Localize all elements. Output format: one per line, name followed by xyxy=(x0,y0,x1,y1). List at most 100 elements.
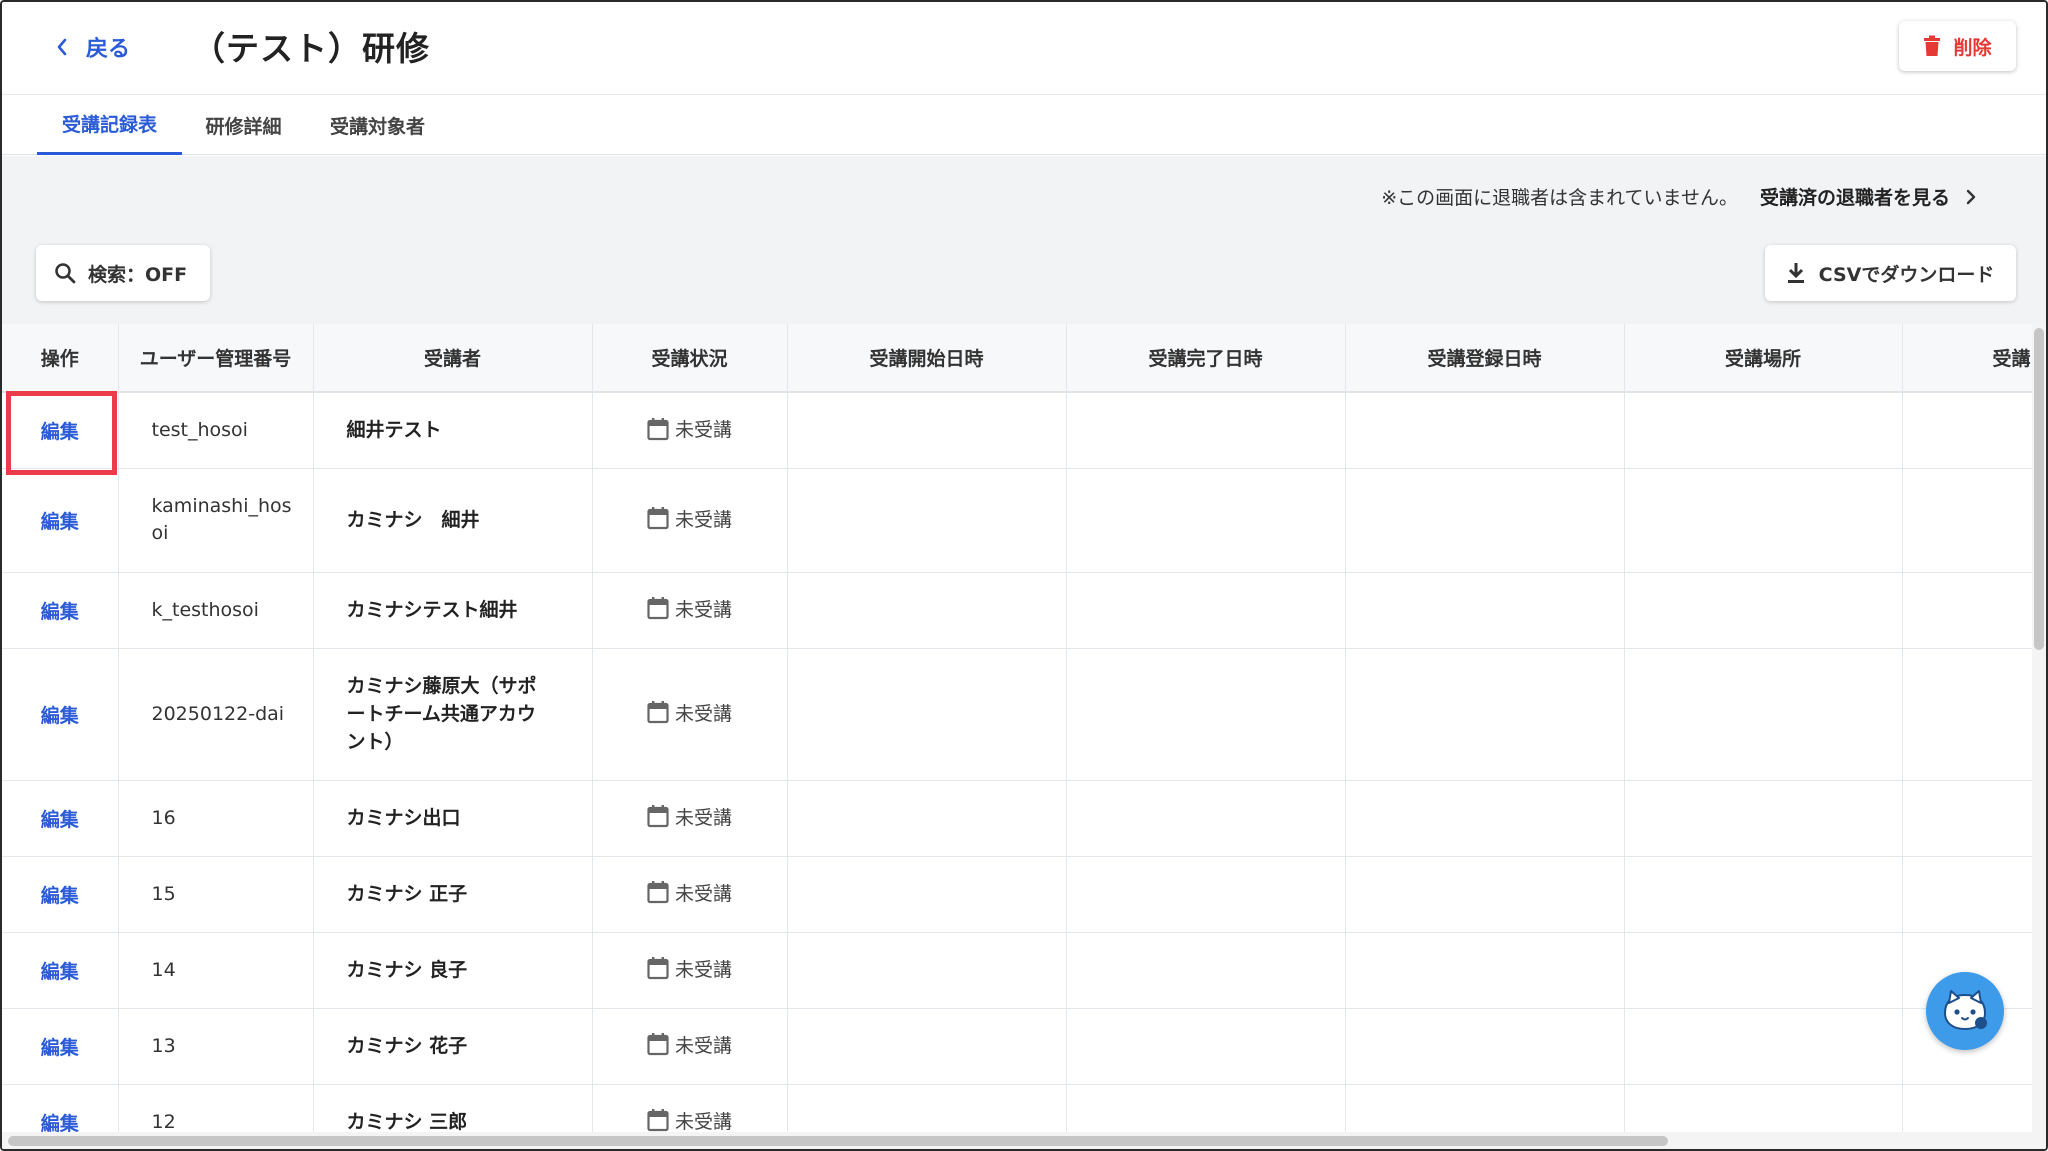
next-cell xyxy=(1902,468,2032,573)
status-cell: 未受講 xyxy=(592,780,788,857)
start-datetime-cell xyxy=(787,1008,1067,1085)
status-text: 未受講 xyxy=(674,702,732,725)
chevron-right-icon[interactable] xyxy=(1966,189,1976,205)
app-window: 戻る （テスト）研修 削除 受講記録表 研修詳細 受講対象者 ※この画面に退職者… xyxy=(0,0,2048,1151)
status-text: 未受講 xyxy=(674,508,732,531)
start-datetime-cell xyxy=(787,648,1067,781)
table-row: 編集 16 カミナシ出口 未受講 xyxy=(2,780,2032,857)
delete-button[interactable]: 削除 xyxy=(1899,21,2016,71)
next-cell xyxy=(1902,856,2032,933)
column-header-status: 受講状況 xyxy=(592,324,788,393)
calendar-icon xyxy=(647,1109,669,1132)
attendance-table-container[interactable]: 操作 ユーザー管理番号 受講者 受講状況 受講開始日時 受講完了日時 受講登録日… xyxy=(2,324,2032,1132)
calendar-icon xyxy=(647,701,669,724)
registered-datetime-cell xyxy=(1345,648,1625,781)
notice-text: ※この画面に退職者は含まれていません。 xyxy=(1381,187,1738,209)
status-cell: 未受講 xyxy=(592,392,788,469)
complete-datetime-cell xyxy=(1066,1084,1346,1132)
user-id-cell: 14 xyxy=(118,932,314,1009)
download-icon xyxy=(1787,263,1804,283)
status-cell: 未受講 xyxy=(592,932,788,1009)
table-row: 編集 20250122-dai カミナシ藤原大（サポートチーム共通アカウント） 未受講 xyxy=(2,648,2032,781)
horizontal-scrollbar-thumb[interactable] xyxy=(8,1136,1668,1146)
complete-datetime-cell xyxy=(1066,468,1346,573)
status-cell: 未受講 xyxy=(592,648,788,781)
chat-support-button[interactable] xyxy=(1926,972,2004,1050)
user-id-cell: 13 xyxy=(118,1008,314,1085)
status-cell: 未受講 xyxy=(592,856,788,933)
csv-label: CSVでダウンロード xyxy=(1818,263,1995,286)
column-header-complete-datetime: 受講完了日時 xyxy=(1066,324,1346,393)
tab-training-details[interactable]: 研修詳細 xyxy=(182,95,305,155)
complete-datetime-cell xyxy=(1066,856,1346,933)
action-cell: 編集 xyxy=(2,572,119,649)
status-text: 未受講 xyxy=(674,419,732,441)
table-row: 編集 k_testhosoi カミナシテスト細井 未受講 xyxy=(2,572,2032,649)
trash-icon xyxy=(1924,35,1941,56)
next-cell xyxy=(1902,1084,2032,1132)
registered-datetime-cell xyxy=(1345,1084,1625,1132)
search-icon xyxy=(55,263,76,284)
complete-datetime-cell xyxy=(1066,780,1346,857)
edit-link[interactable]: 編集 xyxy=(41,885,79,907)
status-text: 未受講 xyxy=(674,882,732,905)
tab-attendance-record[interactable]: 受講記録表 xyxy=(37,95,182,155)
edit-link[interactable]: 編集 xyxy=(41,1113,79,1133)
chevron-left-icon xyxy=(57,38,67,56)
attendee-name-cell: カミナシ 良子 xyxy=(313,932,593,1009)
user-id-cell: 15 xyxy=(118,856,314,933)
column-header-location: 受講場所 xyxy=(1624,324,1903,393)
attendee-name-cell: カミナシ出口 xyxy=(313,780,593,857)
vertical-scrollbar-thumb[interactable] xyxy=(2034,328,2044,650)
edit-link[interactable]: 編集 xyxy=(41,601,79,623)
start-datetime-cell xyxy=(787,572,1067,649)
next-cell xyxy=(1902,780,2032,857)
page-title: （テスト）研修 xyxy=(192,29,430,68)
edit-link[interactable]: 編集 xyxy=(41,809,79,831)
retired-notice: ※この画面に退職者は含まれていません。 受講済の退職者を見る xyxy=(1381,183,1976,210)
next-cell xyxy=(1902,572,2032,649)
complete-datetime-cell xyxy=(1066,572,1346,649)
user-id-cell: 20250122-dai xyxy=(118,648,314,781)
start-datetime-cell xyxy=(787,932,1067,1009)
edit-link[interactable]: 編集 xyxy=(41,421,79,443)
status-cell: 未受講 xyxy=(592,1084,788,1132)
calendar-icon xyxy=(647,507,669,530)
user-id-cell: k_testhosoi xyxy=(118,572,314,649)
tab-target-attendees[interactable]: 受講対象者 xyxy=(305,95,450,155)
location-cell xyxy=(1624,856,1903,933)
edit-link[interactable]: 編集 xyxy=(41,705,79,727)
table-row: 編集 13 カミナシ 花子 未受講 xyxy=(2,1008,2032,1085)
action-cell: 編集 xyxy=(2,1008,119,1085)
registered-datetime-cell xyxy=(1345,932,1625,1009)
column-header-attendee: 受講者 xyxy=(313,324,593,393)
location-cell xyxy=(1624,932,1903,1009)
edit-link[interactable]: 編集 xyxy=(41,961,79,983)
action-cell: 編集 xyxy=(2,856,119,933)
edit-link[interactable]: 編集 xyxy=(41,1037,79,1059)
csv-download-button[interactable]: CSVでダウンロード xyxy=(1765,245,2016,301)
location-cell xyxy=(1624,468,1903,573)
edit-link[interactable]: 編集 xyxy=(41,511,79,533)
status-cell: 未受講 xyxy=(592,572,788,649)
status-text: 未受講 xyxy=(674,1110,732,1132)
status-text: 未受講 xyxy=(674,958,732,981)
tab-label: 受講対象者 xyxy=(329,115,425,138)
back-label: 戻る xyxy=(86,37,131,62)
attendee-name-cell: 細井テスト xyxy=(313,392,593,469)
attendee-name-cell: カミナシ 細井 xyxy=(313,468,593,573)
attendee-name-cell: カミナシ 正子 xyxy=(313,856,593,933)
column-header-registered-datetime: 受講登録日時 xyxy=(1345,324,1625,393)
table-row: 編集 test_hosoi 細井テスト 未受講 xyxy=(2,392,2032,469)
back-button[interactable]: 戻る xyxy=(56,30,130,64)
status-text: 未受講 xyxy=(674,1034,732,1057)
search-toggle-button[interactable]: 検索：OFF xyxy=(36,245,210,301)
action-cell: 編集 xyxy=(2,1084,119,1133)
complete-datetime-cell xyxy=(1066,392,1346,469)
tab-label: 研修詳細 xyxy=(205,115,282,138)
complete-datetime-cell xyxy=(1066,1008,1346,1085)
next-cell xyxy=(1902,392,2032,469)
registered-datetime-cell xyxy=(1345,392,1625,469)
start-datetime-cell xyxy=(787,1084,1067,1132)
retired-attendees-link[interactable]: 受講済の退職者を見る xyxy=(1760,183,1950,210)
